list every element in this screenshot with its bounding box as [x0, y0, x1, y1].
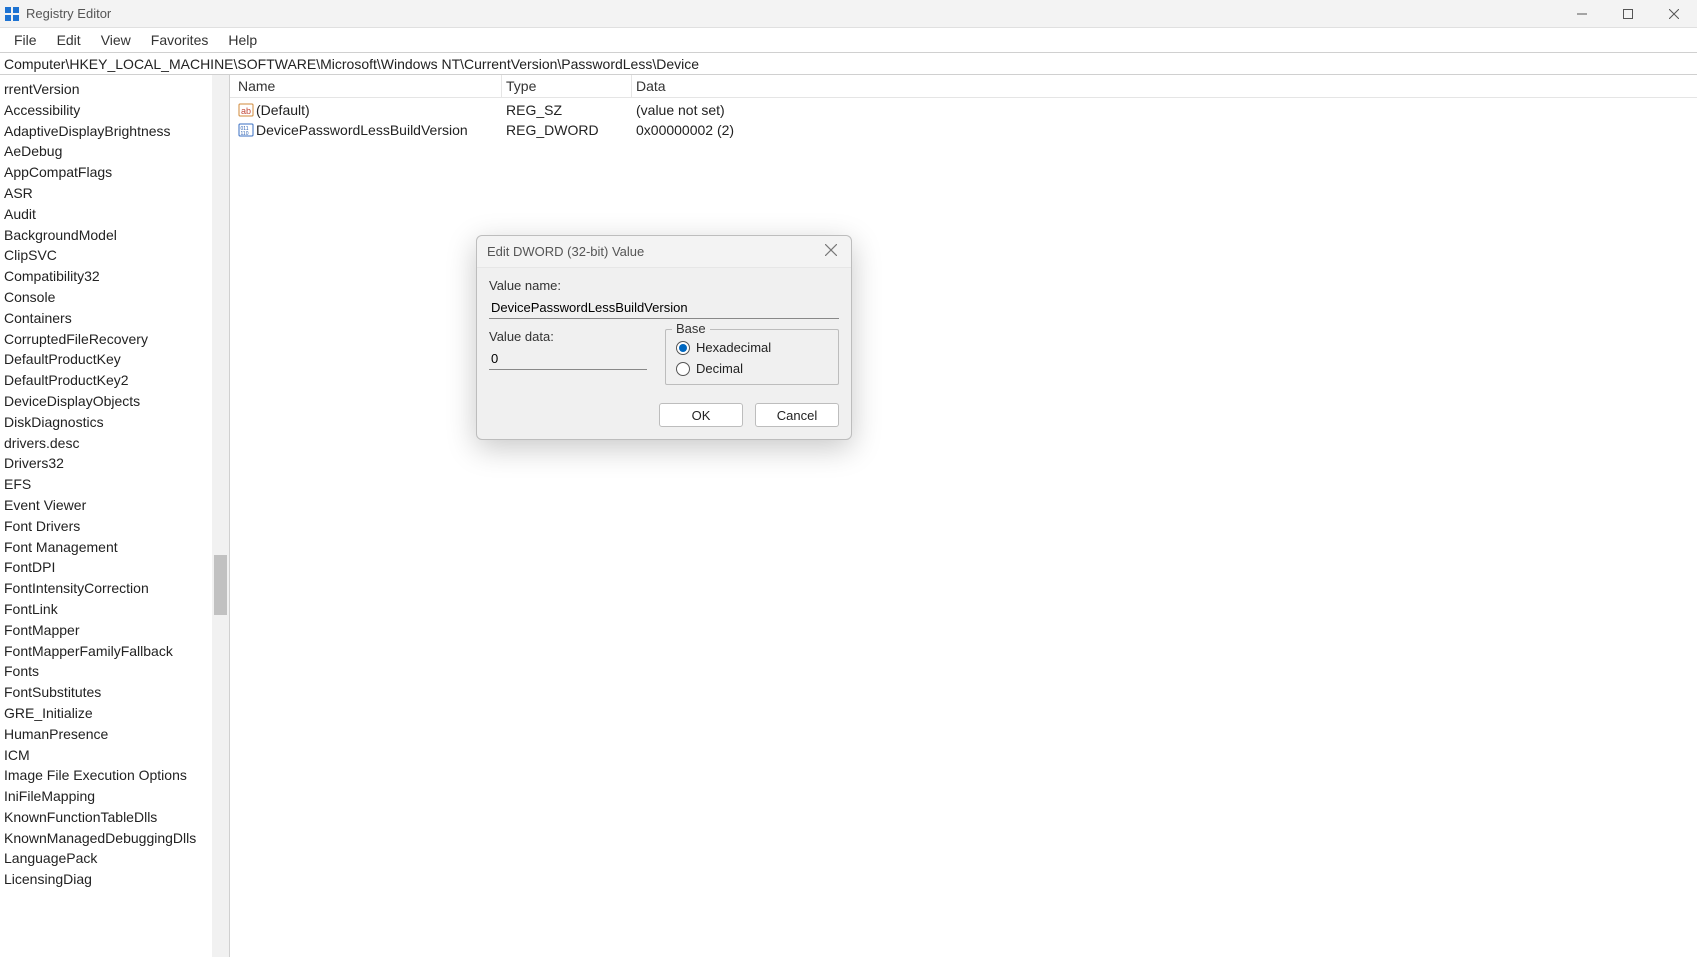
tree-item[interactable]: Image File Execution Options — [0, 765, 229, 786]
tree-item[interactable]: ASR — [0, 183, 229, 204]
tree-item[interactable]: DefaultProductKey — [0, 349, 229, 370]
dialog-title: Edit DWORD (32-bit) Value — [487, 244, 644, 259]
tree-item[interactable]: Font Management — [0, 537, 229, 558]
tree-item[interactable]: AdaptiveDisplayBrightness — [0, 121, 229, 142]
string-value-icon: ab — [238, 102, 254, 118]
list-row[interactable]: ab (Default) REG_SZ(value not set) — [230, 100, 1697, 120]
tree-pane: rrentVersionAccessibilityAdaptiveDisplay… — [0, 75, 230, 957]
svg-text:ab: ab — [241, 106, 251, 116]
tree-item[interactable]: Console — [0, 287, 229, 308]
value-list-pane: Name Type Data ab (Default) REG_SZ(value n… — [230, 75, 1697, 957]
tree-item[interactable]: Fonts — [0, 661, 229, 682]
row-data-text: (value not set) — [632, 102, 932, 118]
tree-item[interactable]: FontMapperFamilyFallback — [0, 641, 229, 662]
column-data[interactable]: Data — [632, 75, 932, 97]
tree-item[interactable]: FontLink — [0, 599, 229, 620]
tree-item[interactable]: KnownFunctionTableDlls — [0, 807, 229, 828]
tree-item[interactable]: CorruptedFileRecovery — [0, 329, 229, 350]
tree-item[interactable]: ICM — [0, 745, 229, 766]
tree-item[interactable]: Compatibility32 — [0, 266, 229, 287]
tree-item[interactable]: Font Drivers — [0, 516, 229, 537]
binary-value-icon: 011110 — [238, 122, 254, 138]
row-type-text: REG_SZ — [502, 102, 632, 118]
close-button[interactable] — [1651, 0, 1697, 28]
menu-file[interactable]: File — [4, 30, 47, 50]
dialog-close-button[interactable] — [821, 244, 841, 259]
menu-view[interactable]: View — [91, 30, 141, 50]
row-type-text: REG_DWORD — [502, 122, 632, 138]
radio-hex-label: Hexadecimal — [696, 340, 771, 355]
base-legend: Base — [672, 321, 710, 336]
edit-dword-dialog: Edit DWORD (32-bit) Value Value name: Va… — [476, 235, 852, 440]
row-data-text: 0x00000002 (2) — [632, 122, 932, 138]
tree-item[interactable]: EFS — [0, 474, 229, 495]
tree-item[interactable]: Event Viewer — [0, 495, 229, 516]
tree-item[interactable]: AeDebug — [0, 141, 229, 162]
radio-dot-icon — [676, 362, 690, 376]
window-controls — [1559, 0, 1697, 28]
tree-item[interactable]: ClipSVC — [0, 245, 229, 266]
ok-button[interactable]: OK — [659, 403, 743, 427]
tree-item[interactable]: LanguagePack — [0, 848, 229, 869]
app-icon — [4, 6, 20, 22]
address-bar[interactable]: Computer\HKEY_LOCAL_MACHINE\SOFTWARE\Mic… — [0, 52, 1697, 75]
tree-item[interactable]: FontMapper — [0, 620, 229, 641]
tree-item[interactable]: AppCompatFlags — [0, 162, 229, 183]
tree-item[interactable]: KnownManagedDebuggingDlls — [0, 828, 229, 849]
window-title: Registry Editor — [26, 6, 111, 21]
value-name-label: Value name: — [489, 278, 839, 293]
tree-item[interactable]: GRE_Initialize — [0, 703, 229, 724]
menu-bar: File Edit View Favorites Help — [0, 28, 1697, 52]
cancel-button[interactable]: Cancel — [755, 403, 839, 427]
value-name-input[interactable] — [489, 297, 839, 319]
base-group: Base Hexadecimal Decimal — [665, 329, 839, 385]
tree-item[interactable]: DeviceDisplayObjects — [0, 391, 229, 412]
svg-text:110: 110 — [241, 131, 249, 137]
row-name-text: DevicePasswordLessBuildVersion — [256, 122, 468, 138]
window-titlebar: Registry Editor — [0, 0, 1697, 28]
tree-item[interactable]: DiskDiagnostics — [0, 412, 229, 433]
menu-help[interactable]: Help — [218, 30, 267, 50]
radio-hexadecimal[interactable]: Hexadecimal — [676, 340, 828, 355]
tree-scroll-thumb[interactable] — [214, 555, 227, 615]
tree-item[interactable]: Audit — [0, 204, 229, 225]
tree-item[interactable]: FontDPI — [0, 557, 229, 578]
menu-favorites[interactable]: Favorites — [141, 30, 219, 50]
tree-item[interactable]: BackgroundModel — [0, 225, 229, 246]
tree-item[interactable]: rrentVersion — [0, 79, 229, 100]
list-header: Name Type Data — [230, 75, 1697, 98]
dialog-titlebar[interactable]: Edit DWORD (32-bit) Value — [477, 236, 851, 268]
tree-item[interactable]: HumanPresence — [0, 724, 229, 745]
tree-scrollbar[interactable] — [212, 75, 229, 957]
tree-item[interactable]: FontIntensityCorrection — [0, 578, 229, 599]
tree-item[interactable]: Drivers32 — [0, 453, 229, 474]
radio-decimal[interactable]: Decimal — [676, 361, 828, 376]
tree-item[interactable]: Containers — [0, 308, 229, 329]
menu-edit[interactable]: Edit — [47, 30, 91, 50]
list-row[interactable]: 011110DevicePasswordLessBuildVersion REG_… — [230, 120, 1697, 140]
value-data-label: Value data: — [489, 329, 647, 344]
tree-item[interactable]: DefaultProductKey2 — [0, 370, 229, 391]
column-type[interactable]: Type — [502, 75, 632, 97]
radio-dec-label: Decimal — [696, 361, 743, 376]
address-path: Computer\HKEY_LOCAL_MACHINE\SOFTWARE\Mic… — [4, 56, 699, 72]
tree-item[interactable]: IniFileMapping — [0, 786, 229, 807]
row-name-text: (Default) — [256, 102, 310, 118]
tree-item[interactable]: LicensingDiag — [0, 869, 229, 890]
tree-item[interactable]: Accessibility — [0, 100, 229, 121]
column-name[interactable]: Name — [230, 75, 502, 97]
radio-dot-icon — [676, 341, 690, 355]
maximize-button[interactable] — [1605, 0, 1651, 28]
minimize-button[interactable] — [1559, 0, 1605, 28]
tree-item[interactable]: drivers.desc — [0, 433, 229, 454]
tree-item[interactable]: FontSubstitutes — [0, 682, 229, 703]
value-data-input[interactable] — [489, 348, 647, 370]
